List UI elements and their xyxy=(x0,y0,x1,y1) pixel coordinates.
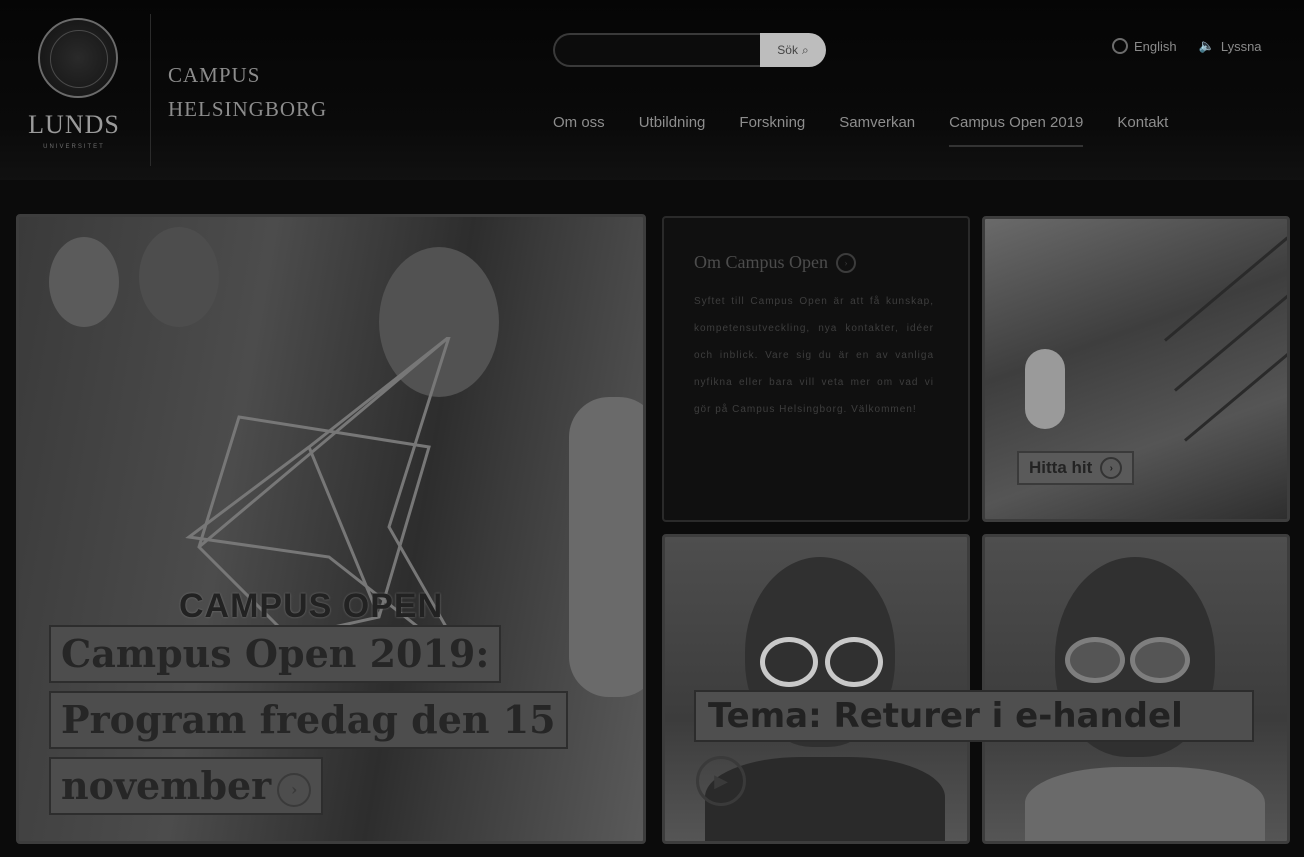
header-divider xyxy=(150,14,151,166)
nav-item-kontakt[interactable]: Kontakt xyxy=(1117,110,1168,147)
site-title-line1: CAMPUS xyxy=(168,63,261,87)
play-icon[interactable]: ▶ xyxy=(696,756,746,806)
find-us-label: Hitta hit xyxy=(1029,458,1093,477)
arrow-right-circle-icon: › xyxy=(1100,457,1123,479)
nav-item-om-oss[interactable]: Om oss xyxy=(553,110,605,147)
search-icon: ⌕ xyxy=(801,42,809,57)
arrow-right-circle-icon: › xyxy=(277,772,312,807)
info-tile[interactable]: Om Campus Open › Syftet till Campus Open… xyxy=(662,216,970,522)
arrow-right-circle-icon: › xyxy=(836,252,856,273)
hero-headline-line1: Campus Open 2019: xyxy=(49,625,502,683)
language-link[interactable]: English xyxy=(1112,38,1177,54)
hero-headline-line3-text: november xyxy=(61,763,272,808)
nav-item-forskning[interactable]: Forskning xyxy=(739,110,805,147)
nav-item-campus-open[interactable]: Campus Open 2019 xyxy=(949,110,1084,147)
info-body: Syftet till Campus Open är att få kunska… xyxy=(694,296,934,415)
crowd-photo xyxy=(569,397,643,697)
glasses-icon xyxy=(760,637,818,687)
site-title[interactable]: CAMPUS HELSINGBORG xyxy=(168,58,327,126)
glasses-icon xyxy=(1065,637,1125,683)
language-link-label: English xyxy=(1134,38,1177,54)
crowd-photo xyxy=(49,237,119,327)
listen-link-label: Lyssna xyxy=(1220,38,1262,54)
utility-links: English 🔈 Lyssna xyxy=(1112,38,1262,54)
bicycle-photo xyxy=(1184,336,1287,442)
find-us-button[interactable]: Hitta hit › xyxy=(1017,451,1135,485)
bicycle-photo xyxy=(1164,236,1287,342)
main-navigation: Om oss Utbildning Forskning Samverkan Ca… xyxy=(553,110,1202,147)
logo-subtitle: UNIVERSITET xyxy=(43,144,105,150)
speaker-icon: 🔈 xyxy=(1198,38,1215,53)
site-title-line2: HELSINGBORG xyxy=(168,97,328,121)
hero-tile[interactable]: CAMPUS OPEN Campus Open 2019: Program fr… xyxy=(16,214,646,844)
nav-item-utbildning[interactable]: Utbildning xyxy=(639,110,706,147)
glasses-icon xyxy=(825,637,883,687)
info-title-text: Om Campus Open xyxy=(694,252,828,272)
search-button[interactable]: Sök ⌕ xyxy=(760,33,826,67)
listen-link[interactable]: 🔈 Lyssna xyxy=(1199,38,1262,54)
site-header: LUNDS UNIVERSITET CAMPUS HELSINGBORG Sök… xyxy=(0,0,1304,180)
crowd-photo xyxy=(139,227,219,327)
university-logo[interactable]: LUNDS UNIVERSITET xyxy=(12,18,136,158)
search-button-label: Sök xyxy=(777,43,798,57)
globe-icon xyxy=(1112,38,1128,54)
logo-wordmark: LUNDS xyxy=(28,110,120,139)
hero-headline-line2: Program fredag den 15 xyxy=(49,691,568,749)
hero-headline[interactable]: Campus Open 2019: Program fredag den 15 … xyxy=(49,625,568,823)
glasses-icon xyxy=(1130,637,1190,683)
campus-open-brand: CAMPUS OPEN xyxy=(179,587,444,625)
university-seal-icon xyxy=(38,18,118,98)
person-photo xyxy=(1025,349,1065,429)
nav-item-samverkan[interactable]: Samverkan xyxy=(839,110,915,147)
hero-headline-line3: november › xyxy=(49,757,324,815)
bicycle-photo xyxy=(1174,286,1287,392)
info-title[interactable]: Om Campus Open › xyxy=(694,252,856,273)
find-us-tile[interactable]: Hitta hit › xyxy=(982,216,1290,522)
search-input[interactable] xyxy=(553,33,761,67)
speaker-photo-2[interactable] xyxy=(982,534,1290,844)
speaker-shirt xyxy=(1025,767,1265,841)
theme-headline[interactable]: Tema: Returer i e-handel xyxy=(694,690,1254,742)
